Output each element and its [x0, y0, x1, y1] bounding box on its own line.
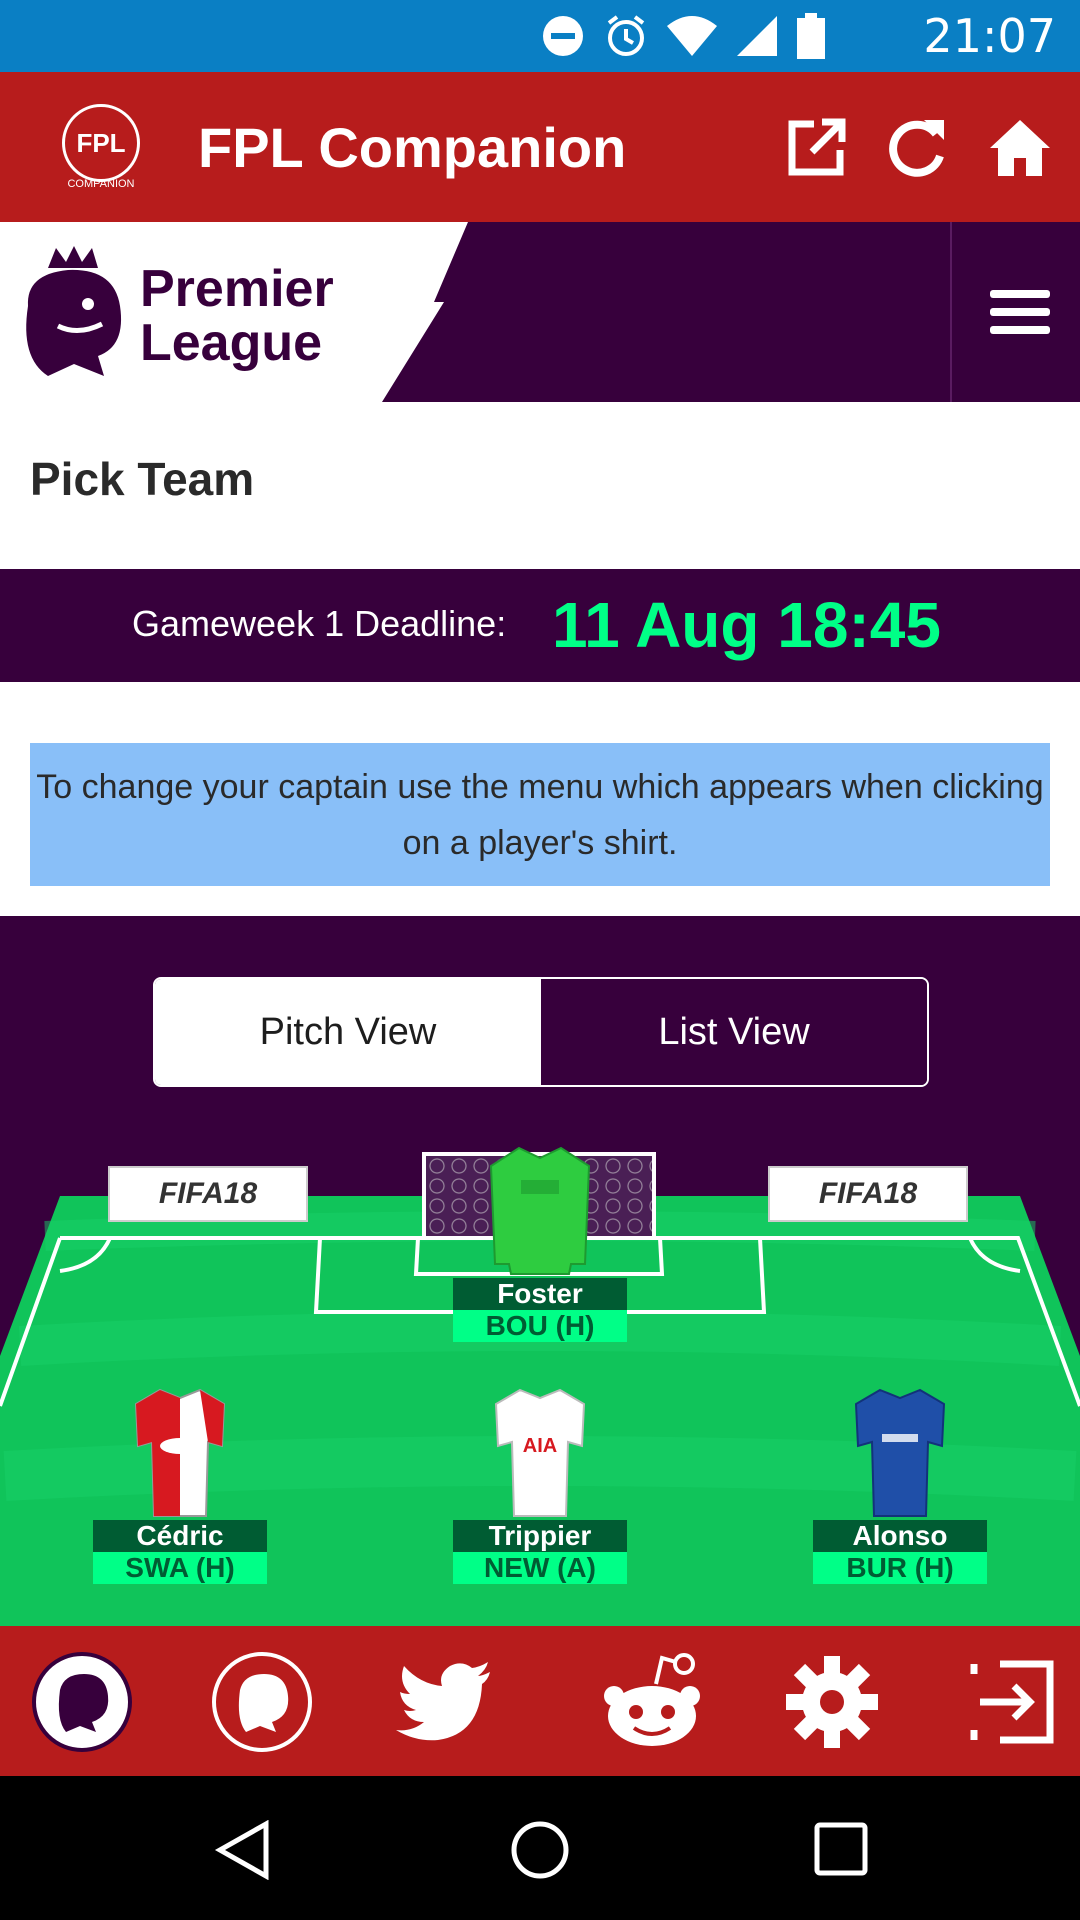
- refresh-button[interactable]: [886, 116, 950, 180]
- status-bar: 21:07: [0, 0, 1080, 72]
- status-time: 21:07: [923, 9, 1056, 63]
- ad-board-right: FIFA18: [768, 1166, 968, 1222]
- player-card-alonso[interactable]: Alonso BUR (H): [813, 1386, 987, 1584]
- app-bar: FPL COMPANION FPL Companion: [0, 72, 1080, 222]
- deadline-value: 11 Aug 18:45: [552, 589, 941, 661]
- app-title: FPL Companion: [198, 116, 627, 179]
- nav-reddit-button[interactable]: [600, 1650, 704, 1754]
- nav-twitter-button[interactable]: [392, 1650, 496, 1754]
- bottom-navigation: [0, 1626, 1080, 1776]
- ad-board-right-text: FIFA18: [818, 1177, 918, 1210]
- header-divider: [950, 222, 952, 402]
- nav-premier-league-button[interactable]: [30, 1650, 134, 1754]
- southampton-shirt-icon[interactable]: [132, 1386, 228, 1520]
- premier-league-icon: [32, 1652, 132, 1752]
- pitch-section: Pitch View List View FIFA18 FIFA18 Foste…: [0, 916, 1080, 1626]
- player-name: Cédric: [93, 1520, 267, 1552]
- tab-pitch-view[interactable]: Pitch View: [155, 979, 541, 1085]
- system-navigation-bar: [0, 1776, 1080, 1920]
- svg-text:AIA: AIA: [523, 1435, 557, 1457]
- reddit-icon: [604, 1653, 700, 1746]
- recent-apps-icon[interactable]: [814, 1822, 868, 1876]
- player-name: Alonso: [813, 1520, 987, 1552]
- player-name: Trippier: [453, 1520, 627, 1552]
- home-icon: [990, 120, 1050, 176]
- player-name: Foster: [453, 1278, 627, 1310]
- premier-league-lion-icon: [26, 246, 122, 376]
- player-card-trippier[interactable]: AIA Trippier NEW (A): [453, 1386, 627, 1584]
- chelsea-shirt-icon[interactable]: [852, 1386, 948, 1520]
- page-title: Pick Team: [30, 453, 255, 505]
- player-card-foster[interactable]: Foster BOU (H): [453, 1144, 627, 1342]
- deadline-bar: Gameweek 1 Deadline: 11 Aug 18:45: [0, 569, 1080, 682]
- premier-league-wordmark: Premier League: [140, 262, 334, 370]
- ad-board-left-text: FIFA18: [158, 1177, 258, 1210]
- refresh-icon: [889, 120, 944, 177]
- tottenham-shirt-icon[interactable]: AIA: [492, 1386, 588, 1520]
- premier-league-header: Premier League: [0, 222, 1080, 402]
- home-button[interactable]: [988, 116, 1052, 180]
- do-not-disturb-icon: [543, 16, 583, 56]
- open-external-icon: [788, 118, 846, 176]
- wifi-icon: [667, 16, 717, 56]
- goalkeeper-shirt-icon[interactable]: [485, 1144, 595, 1278]
- nav-logout-button[interactable]: [960, 1650, 1064, 1754]
- player-fixture: NEW (A): [453, 1552, 627, 1584]
- player-fixture: BUR (H): [813, 1552, 987, 1584]
- view-toggle: Pitch View List View: [153, 977, 929, 1087]
- brand-line-2: League: [140, 314, 323, 372]
- player-card-cedric[interactable]: Cédric SWA (H): [93, 1386, 267, 1584]
- logo-subtext: COMPANION: [67, 178, 135, 190]
- player-fixture: BOU (H): [453, 1310, 627, 1342]
- back-icon[interactable]: [214, 1820, 270, 1880]
- ad-board-left: FIFA18: [108, 1166, 308, 1222]
- logo-text: FPL: [76, 127, 126, 158]
- player-fixture: SWA (H): [93, 1552, 267, 1584]
- twitter-icon: [396, 1662, 490, 1741]
- captain-info-text: To change your captain use the menu whic…: [36, 768, 1044, 862]
- captain-info-box: To change your captain use the menu whic…: [30, 743, 1050, 886]
- nav-settings-button[interactable]: [780, 1650, 884, 1754]
- alarm-icon: [607, 15, 645, 56]
- premier-league-outline-icon: [212, 1652, 312, 1752]
- open-external-button[interactable]: [784, 116, 848, 180]
- menu-button[interactable]: [990, 290, 1050, 334]
- nav-premier-league-outline-button[interactable]: [210, 1650, 314, 1754]
- logout-icon: [970, 1660, 1054, 1744]
- settings-icon: [786, 1656, 878, 1748]
- signal-icon: [737, 16, 777, 56]
- home-circle-icon[interactable]: [510, 1820, 570, 1880]
- tab-list-view[interactable]: List View: [541, 979, 927, 1085]
- brand-line-1: Premier: [140, 260, 334, 318]
- app-logo: FPL: [62, 104, 140, 182]
- deadline-label: Gameweek 1 Deadline:: [132, 603, 507, 644]
- hamburger-menu-icon: [990, 290, 1050, 334]
- battery-icon: [797, 13, 825, 59]
